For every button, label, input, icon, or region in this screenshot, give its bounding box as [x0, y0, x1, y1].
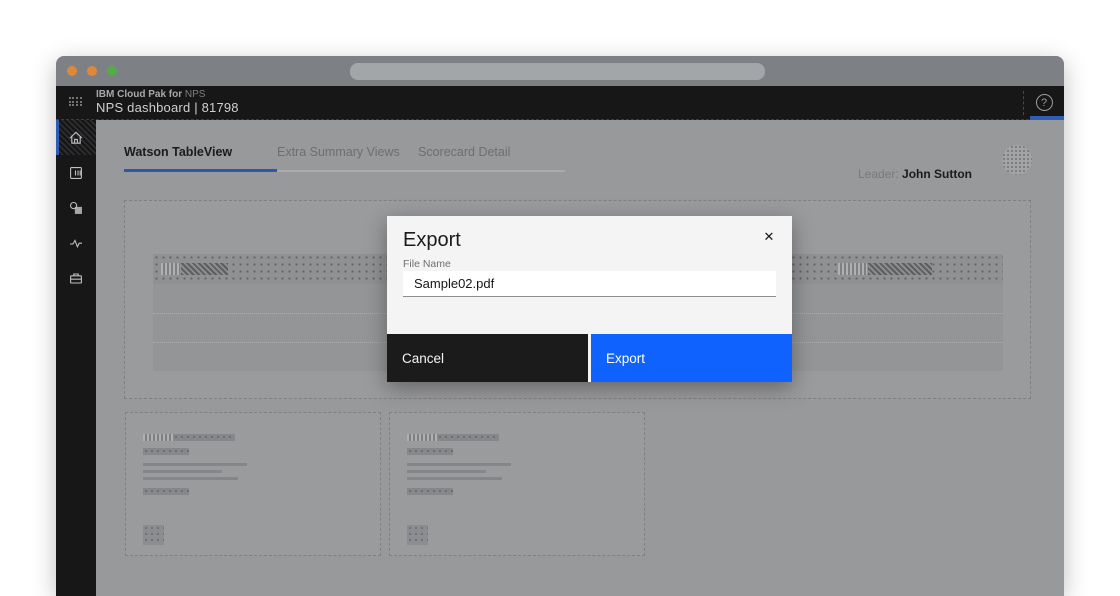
modal-actions: Cancel Export: [387, 334, 792, 382]
card-text-line-skeleton: [143, 470, 222, 473]
tab-extra-summary-views[interactable]: Extra Summary Views: [277, 145, 418, 172]
modal-title: Export: [403, 229, 461, 252]
close-button[interactable]: ✕: [758, 226, 780, 248]
product-header: IBM Cloud Pak for NPS NPS dashboard | 81…: [56, 86, 1064, 120]
tab-bar: Watson TableView Extra Summary Views Sco…: [124, 145, 565, 172]
card-title-skeleton: [407, 434, 499, 441]
card-thumbnail-skeleton: [407, 525, 428, 545]
sidebar-item-home[interactable]: [56, 120, 96, 155]
summary-card-skeleton: [389, 412, 645, 556]
close-icon: ✕: [764, 229, 775, 245]
export-button[interactable]: Export: [591, 334, 792, 382]
cancel-button[interactable]: Cancel: [387, 334, 588, 382]
sidebar-item-data-view[interactable]: [56, 190, 96, 225]
product-title-block: IBM Cloud Pak for NPS NPS dashboard | 81…: [96, 89, 239, 115]
product-brand-suffix: NPS: [182, 89, 205, 100]
card-label-skeleton: [407, 488, 453, 495]
card-title-skeleton: [143, 434, 235, 441]
activity-icon: [68, 235, 84, 251]
file-name-label: File Name: [403, 258, 451, 270]
header-cell-skeleton: [181, 263, 228, 275]
card-text-line-skeleton: [407, 477, 502, 480]
app-window: IBM Cloud Pak for NPS NPS dashboard | 81…: [56, 56, 1064, 596]
toolbox-icon: [68, 270, 84, 286]
sidebar-item-activity[interactable]: [56, 225, 96, 260]
left-nav: [56, 120, 96, 596]
report-icon: [68, 165, 84, 181]
avatar: [1002, 145, 1032, 175]
card-text-line-skeleton: [143, 463, 247, 466]
sidebar-item-toolbox[interactable]: [56, 260, 96, 295]
tab-scorecard-detail[interactable]: Scorecard Detail: [418, 145, 565, 172]
export-modal: Export ✕ File Name Cancel Export: [387, 216, 792, 382]
zoom-window-button[interactable]: [107, 66, 117, 76]
file-name-input[interactable]: [403, 271, 776, 297]
leader-label: Leader: John Sutton: [858, 167, 972, 181]
close-window-button[interactable]: [67, 66, 77, 76]
card-subtitle-skeleton: [143, 448, 189, 455]
card-text-line-skeleton: [407, 463, 511, 466]
header-cell-skeleton: [838, 263, 867, 275]
browser-titlebar: [56, 56, 1064, 86]
minimize-window-button[interactable]: [87, 66, 97, 76]
product-subtitle: NPS dashboard | 81798: [96, 101, 239, 116]
traffic-lights: [67, 66, 117, 76]
app-switcher-button[interactable]: [56, 97, 96, 108]
app-switcher-icon: [69, 97, 84, 108]
header-cell-skeleton: [161, 263, 180, 275]
help-icon: ?: [1036, 94, 1053, 111]
card-subtitle-skeleton: [407, 448, 453, 455]
card-label-skeleton: [143, 488, 189, 495]
leader-name: John Sutton: [902, 167, 972, 181]
home-icon: [68, 130, 84, 146]
tab-watson-tableview[interactable]: Watson TableView: [124, 145, 277, 172]
sidebar-item-report[interactable]: [56, 155, 96, 190]
header-right-actions: ?: [1023, 86, 1064, 119]
data-view-icon: [68, 200, 84, 216]
card-thumbnail-skeleton: [143, 525, 164, 545]
help-button[interactable]: ?: [1024, 86, 1064, 119]
address-bar[interactable]: [350, 63, 765, 80]
card-text-line-skeleton: [143, 477, 238, 480]
card-text-line-skeleton: [407, 470, 486, 473]
summary-card-skeleton: [125, 412, 381, 556]
header-cell-skeleton: [868, 263, 932, 275]
